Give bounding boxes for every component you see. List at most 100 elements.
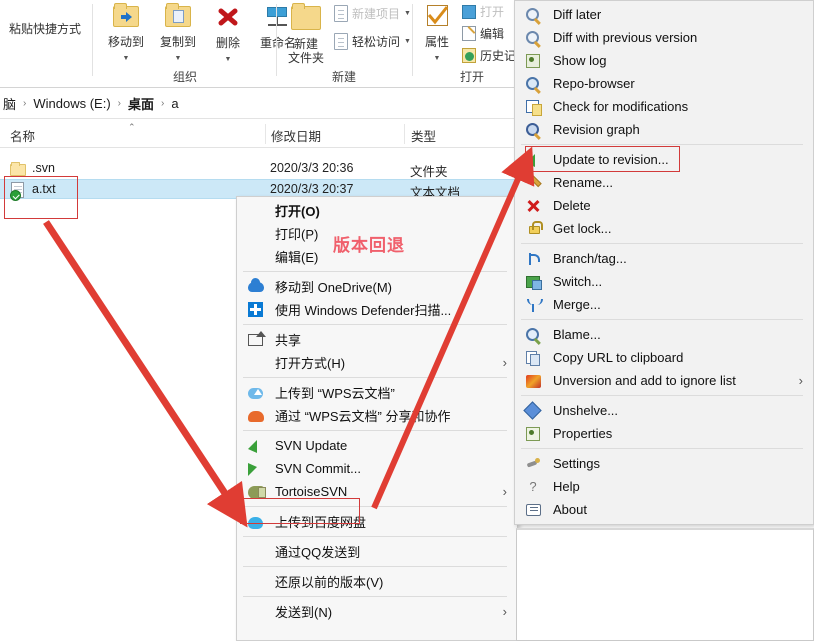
menu-item-share-wps[interactable]: 通过 “WPS云文档” 分享和协作 (237, 404, 517, 427)
submenu-item-copy-url-to-clipboard[interactable]: Copy URL to clipboard (515, 346, 813, 369)
submenu-item-help[interactable]: ? Help (515, 475, 813, 498)
ribbon-group-new-caption: 新建 (331, 70, 356, 84)
submenu-item-revision-graph[interactable]: Revision graph (515, 118, 813, 141)
new-folder-button[interactable]: 新建 文件夹 (282, 2, 330, 65)
submenu-item-repo-browser[interactable]: Repo-browser (515, 72, 813, 95)
properties-caret-icon[interactable]: ▼ (434, 55, 441, 62)
paste-shortcut-button[interactable]: 粘贴快捷方式 (4, 22, 86, 36)
ribbon-divider-3 (412, 4, 413, 76)
menu-item-label: 上传到 “WPS云文档” (275, 386, 395, 401)
menu-item-upload-baidu[interactable]: 上传到百度网盘 (237, 510, 517, 533)
menu-separator (243, 377, 507, 378)
menu-item-label: Merge... (553, 297, 601, 312)
menu-item-label: 打开方式(H) (275, 356, 346, 371)
copy-to-button[interactable]: 复制到 ▼ (152, 2, 204, 63)
submenu-item-get-lock[interactable]: Get lock... (515, 217, 813, 240)
menu-item-upload-wps[interactable]: 上传到 “WPS云文档” (237, 381, 517, 404)
breadcrumb-this-pc[interactable]: 脑 (0, 94, 19, 113)
new-item-caret-icon[interactable]: ▼ (404, 10, 411, 17)
new-item-button[interactable]: 新建项目 ▼ (334, 5, 411, 22)
chevron-right-icon: › (798, 373, 803, 388)
svn-versioned-badge-icon (10, 190, 21, 201)
submenu-item-merge[interactable]: Merge... (515, 293, 813, 316)
properties-button[interactable]: 属性 ▼ (416, 4, 458, 63)
svn-commit-icon (248, 460, 265, 477)
menu-separator (243, 506, 507, 507)
revision-graph-icon (526, 121, 543, 138)
submenu-item-rename[interactable]: Rename... (515, 171, 813, 194)
table-row[interactable]: .svn 2020/3/3 20:36 文件夹 (0, 159, 518, 179)
breadcrumb-desktop[interactable]: 桌面 (125, 94, 157, 113)
help-icon: ? (529, 479, 537, 494)
move-to-caret-icon[interactable]: ▼ (123, 55, 130, 62)
menu-item-restore-previous-versions[interactable]: 还原以前的版本(V) (237, 570, 517, 593)
column-header-row: 名称 ⌃ 修改日期 类型 (0, 120, 518, 148)
submenu-item-diff-with-previous-version[interactable]: Diff with previous version (515, 26, 813, 49)
menu-item-label: 打印(P) (275, 227, 319, 242)
new-folder-label-1: 新建 (293, 37, 318, 51)
branch-tag-icon (526, 250, 543, 267)
submenu-item-settings[interactable]: Settings (515, 452, 813, 475)
column-header-type[interactable]: 类型 (411, 126, 436, 145)
new-item-icon (334, 5, 348, 22)
delete-button[interactable]: 删除 ▼ (206, 2, 250, 64)
column-divider[interactable] (265, 124, 266, 144)
submenu-item-show-log[interactable]: Show log (515, 49, 813, 72)
breadcrumb-a[interactable]: a (168, 96, 181, 111)
new-folder-label-2: 文件夹 (287, 51, 324, 65)
easy-access-button[interactable]: 轻松访问 ▼ (334, 33, 411, 50)
move-to-button[interactable]: 移动到 ▼ (100, 2, 152, 63)
delete-caret-icon[interactable]: ▼ (225, 56, 232, 63)
open-small-label: 打开 (480, 5, 505, 19)
menu-item-move-to-onedrive[interactable]: 移动到 OneDrive(M) (237, 275, 517, 298)
menu-item-open-with[interactable]: 打开方式(H) › (237, 351, 517, 374)
chevron-right-icon: › (502, 484, 507, 499)
menu-item-label: About (553, 502, 587, 517)
menu-item-tortoisesvn[interactable]: TortoiseSVN › (237, 480, 517, 503)
submenu-item-branch-tag[interactable]: Branch/tag... (515, 247, 813, 270)
submenu-item-unversion-and-ignore[interactable]: Unversion and add to ignore list › (515, 369, 813, 392)
menu-item-label: 通过 “WPS云文档” 分享和协作 (275, 409, 451, 424)
menu-item-windows-defender-scan[interactable]: 使用 Windows Defender扫描... (237, 298, 517, 321)
menu-item-send-to[interactable]: 发送到(N) › (237, 600, 517, 623)
submenu-item-properties[interactable]: Properties (515, 422, 813, 445)
submenu-item-delete[interactable]: Delete (515, 194, 813, 217)
copy-to-caret-icon[interactable]: ▼ (175, 55, 182, 62)
edit-icon (462, 26, 476, 41)
edit-small-button[interactable]: 编辑 (462, 25, 504, 42)
blame-icon (526, 326, 543, 343)
menu-item-open[interactable]: 打开(O) (237, 199, 517, 222)
submenu-item-switch[interactable]: Switch... (515, 270, 813, 293)
menu-item-label: Diff later (553, 7, 602, 22)
context-menu[interactable]: 打开(O) 打印(P) 编辑(E) 移动到 OneDrive(M) 使用 Win… (236, 196, 518, 641)
menu-item-svn-commit[interactable]: SVN Commit... (237, 457, 517, 480)
submenu-item-unshelve[interactable]: Unshelve... (515, 399, 813, 422)
address-bar[interactable]: 脑 › Windows (E:) › 桌面 › a (0, 89, 518, 119)
menu-separator (521, 319, 803, 320)
submenu-item-diff-later[interactable]: Diff later (515, 3, 813, 26)
menu-item-label: 共享 (275, 333, 302, 348)
column-header-date[interactable]: 修改日期 (271, 126, 321, 145)
menu-item-label: 打开(O) (275, 204, 320, 219)
open-small-button[interactable]: 打开 (462, 3, 504, 20)
settings-icon (526, 455, 543, 472)
column-header-name[interactable]: 名称 (10, 126, 35, 145)
menu-item-share[interactable]: 共享 (237, 328, 517, 351)
breadcrumb-windows-e[interactable]: Windows (E:) (30, 96, 113, 111)
file-name: .svn (32, 161, 55, 175)
menu-item-send-via-qq[interactable]: 通过QQ发送到 (237, 540, 517, 563)
submenu-item-about[interactable]: About (515, 498, 813, 521)
menu-item-label: 上传到百度网盘 (275, 515, 367, 530)
menu-item-label: Diff with previous version (553, 30, 698, 45)
column-divider[interactable] (404, 124, 405, 144)
submenu-item-check-for-modifications[interactable]: Check for modifications (515, 95, 813, 118)
tortoisesvn-submenu[interactable]: Diff later Diff with previous version Sh… (514, 0, 814, 525)
ribbon-group-new: 新建 文件夹 新建项目 ▼ 轻松访问 ▼ 新建 (278, 0, 411, 87)
menu-item-label: Update to revision... (553, 152, 669, 167)
submenu-item-update-to-revision[interactable]: Update to revision... (515, 148, 813, 171)
submenu-item-blame[interactable]: Blame... (515, 323, 813, 346)
menu-item-svn-update[interactable]: SVN Update (237, 434, 517, 457)
properties-icon (423, 4, 451, 30)
easy-access-caret-icon[interactable]: ▼ (404, 38, 411, 45)
history-small-button[interactable]: 历史记 (462, 47, 516, 64)
